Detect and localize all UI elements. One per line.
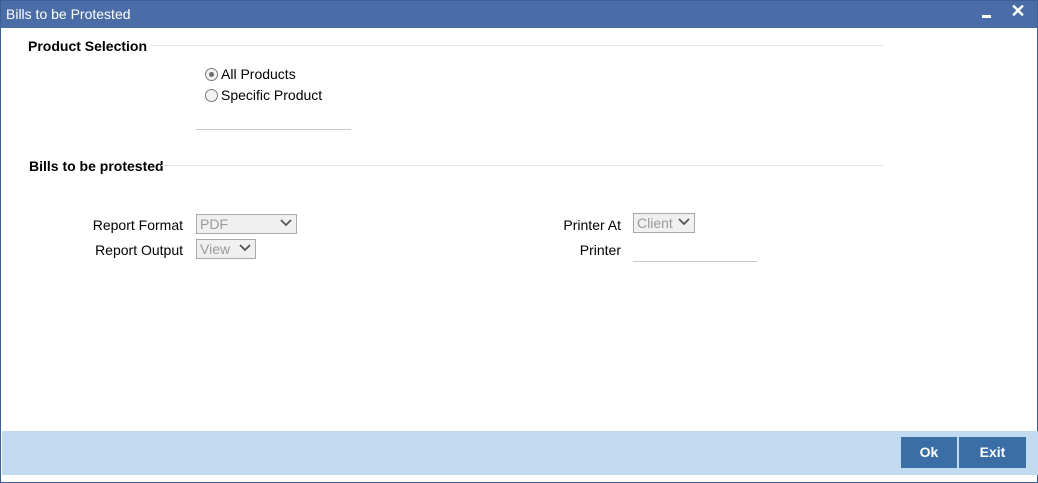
report-format-label: Report Format: [92, 217, 183, 233]
printer-at-value: Client: [637, 215, 673, 231]
radio-selected-icon[interactable]: [205, 67, 218, 81]
close-button[interactable]: ✕: [1008, 1, 1028, 21]
report-output-label: Report Output: [95, 242, 183, 258]
footer-bar: [2, 431, 1038, 475]
exit-button[interactable]: Exit: [959, 437, 1026, 468]
minimize-button[interactable]: [977, 3, 997, 23]
chevron-down-icon: [280, 219, 292, 227]
title-bar[interactable]: Bills to be Protested ✕: [1, 1, 1037, 28]
close-icon: ✕: [1010, 1, 1026, 21]
all-products-radio[interactable]: All Products: [205, 65, 296, 83]
report-format-value: PDF: [200, 216, 228, 232]
product-code-field[interactable]: [196, 129, 351, 130]
chevron-down-icon: [239, 244, 251, 252]
report-output-select[interactable]: View: [196, 239, 256, 259]
report-format-select[interactable]: PDF: [196, 214, 297, 234]
bills-section-heading: Bills to be protested: [29, 158, 164, 174]
chevron-down-icon: [678, 218, 690, 226]
printer-field[interactable]: [633, 261, 757, 262]
specific-product-label: Specific Product: [221, 87, 323, 103]
window-title: Bills to be Protested: [6, 6, 131, 22]
specific-product-radio[interactable]: Specific Product: [205, 86, 322, 104]
printer-at-label: Printer At: [563, 217, 621, 233]
radio-unselected-icon[interactable]: [205, 88, 218, 102]
printer-label: Printer: [579, 242, 621, 258]
all-products-label: All Products: [221, 66, 296, 82]
printer-at-select[interactable]: Client: [633, 213, 695, 233]
report-window: Bills to be Protested ✕ Product Selectio…: [0, 0, 1038, 483]
section-divider: [151, 45, 884, 46]
section-divider: [161, 165, 884, 166]
report-output-value: View: [200, 241, 231, 257]
minimize-icon: [982, 15, 991, 18]
ok-button[interactable]: Ok: [901, 437, 957, 468]
product-selection-heading: Product Selection: [28, 38, 148, 54]
